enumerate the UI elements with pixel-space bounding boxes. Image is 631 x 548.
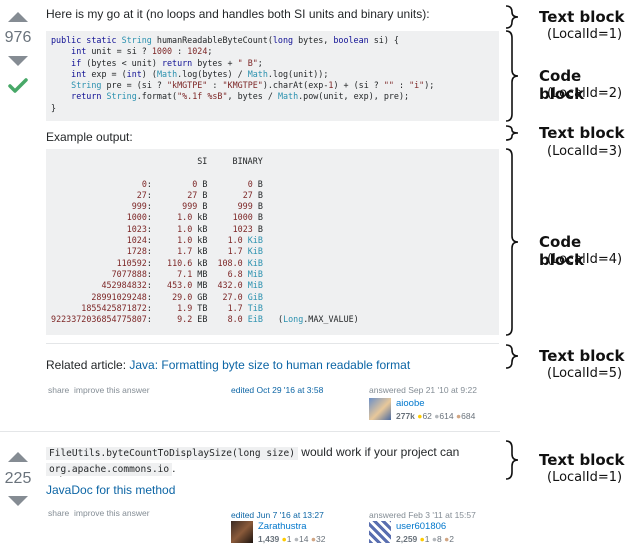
answer2-text-line2: org.apache.commons.io. xyxy=(46,460,175,478)
share-link[interactable]: share xyxy=(48,508,69,518)
code-line: public static String humanReadableByteCo… xyxy=(51,35,399,45)
output-row: 999: 999 B 999 B xyxy=(131,201,263,212)
avatar[interactable] xyxy=(369,398,391,420)
upvote-arrow-icon[interactable] xyxy=(8,452,28,462)
post-menu: share improve this answer xyxy=(48,385,150,395)
annotation-sub: (LocalId=4) xyxy=(547,252,623,267)
editor-reputation: 1,439 ●1 ●14 ●32 xyxy=(258,534,326,544)
code-block-output: SI BINARY 0: 0 B 0 B 27: 27 B 27 B 999: … xyxy=(46,149,499,335)
edited-link[interactable]: edited Jun 7 '16 at 13:27 xyxy=(231,510,324,520)
post-menu: share improve this answer xyxy=(48,508,150,518)
annotation-label: Text block xyxy=(539,451,625,469)
user-reputation: 277k ●62 ●614 ●684 xyxy=(396,411,475,421)
bronze-count: 2 xyxy=(449,534,455,544)
output-row: 0: 0 B 0 B xyxy=(141,178,263,189)
example-output-label: Example output: xyxy=(46,130,133,144)
bracket-6 xyxy=(505,440,519,480)
code-line: int unit = si ? 1000 : 1024; xyxy=(71,46,213,57)
edited-link[interactable]: edited Oct 29 '16 at 3:58 xyxy=(231,385,323,395)
bracket-3 xyxy=(505,125,519,141)
output-header: SI BINARY xyxy=(46,156,263,166)
annotation-label: Text block xyxy=(539,124,625,142)
code-line: } xyxy=(51,102,57,113)
gold-count: 62 xyxy=(422,411,432,421)
answer-intro-text: Here is my go at it (no loops and handle… xyxy=(46,7,430,21)
silver-count: 614 xyxy=(439,411,454,421)
divider xyxy=(46,343,499,344)
annotation-sub: (LocalId=5) xyxy=(547,366,623,381)
upvote-arrow-icon[interactable] xyxy=(8,12,28,22)
output-row: 27: 27 B 27 B xyxy=(136,189,263,200)
code-line: int exp = (int) (Math.log(bytes) / Math.… xyxy=(71,68,329,79)
downvote-arrow-icon[interactable] xyxy=(8,56,28,66)
output-table: SI BINARY 0: 0 B 0 B 27: 27 B 27 B 999: … xyxy=(46,156,359,325)
gold-count: 1 xyxy=(424,534,430,544)
answered-time: answered Sep 21 '10 at 9:22 xyxy=(369,385,477,395)
reputation-score: 277k xyxy=(396,411,415,421)
bracket-2 xyxy=(505,30,519,122)
code-block-function: public static String humanReadableByteCo… xyxy=(46,31,499,121)
share-link[interactable]: share xyxy=(48,385,69,395)
output-row: 1023: 1.0 kB 1023 B xyxy=(126,223,263,234)
bronze-count: 32 xyxy=(316,534,326,544)
user-reputation: 2,259 ●1 ●8 ●2 xyxy=(396,534,454,544)
output-row: 110592: 110.6 kB 108.0 KiB xyxy=(116,257,263,268)
bracket-4 xyxy=(505,148,519,336)
identicon-avatar[interactable] xyxy=(369,521,391,543)
downvote-arrow-icon[interactable] xyxy=(8,496,28,506)
annotation-sub: (LocalId=1) xyxy=(547,27,623,42)
code-line: String pre = (si ? "kMGTPE" : "KMGTPE").… xyxy=(71,80,435,91)
bracket-5 xyxy=(505,344,519,369)
accepted-check-icon xyxy=(8,78,28,99)
javadoc-link[interactable]: JavaDoc for this method xyxy=(46,482,175,498)
user-link[interactable]: aioobe xyxy=(396,398,425,409)
reputation-score: 2,259 xyxy=(396,534,418,544)
output-row: 1024: 1.0 kB 1.0 KiB xyxy=(126,235,263,246)
reputation-score: 1,439 xyxy=(258,534,280,544)
answered-time: answered Feb 3 '11 at 15:57 xyxy=(369,510,476,520)
inline-code: FileUtils.byteCountToDisplaySize(long si… xyxy=(46,447,298,460)
silver-count: 8 xyxy=(437,534,442,544)
vote-count: 976 xyxy=(4,29,32,46)
editor-link[interactable]: Zarathustra xyxy=(258,521,307,532)
annotation-sub: (LocalId=1) xyxy=(547,470,623,485)
gold-count: 1 xyxy=(286,534,292,544)
improve-link[interactable]: improve this answer xyxy=(74,385,150,395)
annotation-sub: (LocalId=2) xyxy=(547,86,623,101)
code-line: if (bytes < unit) return bytes + " B"; xyxy=(71,57,263,68)
output-row: 1855425871872: 1.9 TB 1.7 TiB xyxy=(81,302,263,313)
output-row: 1000: 1.0 kB 1000 B xyxy=(126,212,263,223)
user-link[interactable]: user601806 xyxy=(396,521,446,532)
silver-count: 14 xyxy=(299,534,309,544)
output-row: 452984832: 453.0 MB 432.0 MiB xyxy=(101,280,263,291)
annotation-label: Text block xyxy=(539,347,625,365)
improve-link[interactable]: improve this answer xyxy=(74,508,150,518)
related-prefix: Related article: xyxy=(46,358,130,372)
vote-count: 225 xyxy=(4,470,32,487)
editor-avatar[interactable] xyxy=(231,521,253,543)
bronze-count: 684 xyxy=(461,411,476,421)
related-article: Related article: Java: Formatting byte s… xyxy=(46,357,410,373)
answer-divider xyxy=(0,431,500,432)
annotation-sub: (LocalId=3) xyxy=(547,144,623,159)
inline-code: org.apache.commons.io xyxy=(46,463,173,476)
annotation-label: Text block xyxy=(539,8,625,26)
output-row: 1728: 1.7 kB 1.7 KiB xyxy=(126,246,263,257)
related-article-link[interactable]: Java: Formatting byte size to human read… xyxy=(129,358,410,372)
bracket-1 xyxy=(505,5,519,29)
code-line: return String.format("%.1f %sB", bytes /… xyxy=(71,91,410,102)
code-function: public static String humanReadableByteCo… xyxy=(51,35,434,114)
answer2-text-part: . xyxy=(172,461,176,475)
output-row: 28991029248: 29.0 GB 27.0 GiB xyxy=(91,291,263,302)
output-row: 7077888: 7.1 MB 6.8 MiB xyxy=(111,268,263,279)
output-row: 9223372036854775807: 9.2 EB 8.0 EiB (Lon… xyxy=(51,314,359,325)
